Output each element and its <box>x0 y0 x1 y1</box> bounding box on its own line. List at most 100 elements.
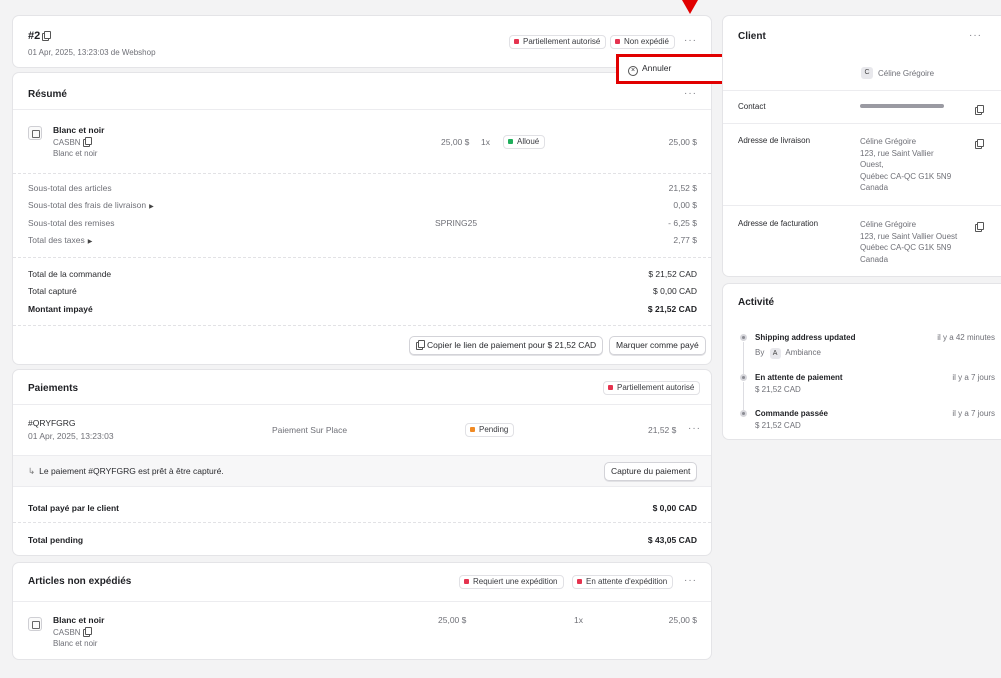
order-meta: 01 Apr, 2025, 13:23:03 de Webshop <box>28 48 156 57</box>
copy-icon[interactable] <box>42 31 52 41</box>
event-title: Shipping address updated <box>755 333 856 342</box>
timeline-dot-icon <box>740 374 747 381</box>
copy-icon <box>416 340 425 350</box>
total-value: $ 21,52 CAD <box>647 304 697 314</box>
capture-payment-button[interactable]: Capture du paiement <box>604 462 698 481</box>
unshipped-more-button[interactable]: ··· <box>684 575 697 586</box>
avatar: A <box>769 348 781 359</box>
billing-address-label: Adresse de facturation <box>738 219 819 228</box>
contact-label: Contact <box>738 102 766 111</box>
avatar: C <box>861 67 873 79</box>
product-thumbnail <box>28 126 42 140</box>
shipping-address: Céline Grégoire 123, rue Saint Vallier O… <box>860 137 952 192</box>
event-title: Commande passée <box>755 409 828 418</box>
order-more-menu-button[interactable]: ··· <box>684 35 697 46</box>
event-sub: $ 21,52 CAD <box>755 385 801 394</box>
total-label: Total capturé <box>28 286 77 296</box>
line-value: 2,77 $ <box>673 235 697 245</box>
pending-label: Total pending <box>28 535 84 545</box>
status-badge-authorized: Partiellement autorisé <box>509 35 607 49</box>
line-value: 0,00 $ <box>673 200 697 210</box>
item-qty: 1x <box>481 137 490 147</box>
event-sub: $ 21,52 CAD <box>755 421 801 430</box>
line-value: - 6,25 $ <box>668 218 697 228</box>
event-author: By A Ambiance <box>755 348 821 359</box>
summary-more-button[interactable]: ··· <box>684 88 697 99</box>
paid-label: Total payé par le client <box>28 503 120 513</box>
item-variant: Blanc et noir <box>53 639 98 648</box>
cancel-order-menu-item[interactable]: × Annuler <box>628 63 671 76</box>
total-label: Total de la commande <box>28 269 112 279</box>
requires-shipping-badge: Requiert une expédition <box>459 575 564 589</box>
timeline-dot-icon <box>740 410 747 417</box>
event-title: En attente de paiement <box>755 373 843 382</box>
payments-title: Paiements <box>28 383 79 394</box>
payment-more-button[interactable]: ··· <box>688 423 701 434</box>
payment-date: 01 Apr, 2025, 13:23:03 <box>28 431 114 441</box>
caret-right-icon: ▶ <box>87 239 93 245</box>
event-time: il y a 42 minutes <box>937 333 995 342</box>
copy-icon[interactable] <box>82 137 92 147</box>
item-qty: 1x <box>574 615 583 625</box>
item-name: Blanc et noir <box>53 125 105 135</box>
client-card: Client ··· C Céline Grégoire Contact Adr… <box>722 15 1001 277</box>
timeline-dot-icon <box>740 334 747 341</box>
payment-id: #QRYFGRG <box>28 418 76 428</box>
x-circle-icon: × <box>628 66 638 76</box>
copy-payment-link-button[interactable]: Copier le lien de paiement pour $ 21,52 … <box>409 336 604 355</box>
line-label: Sous-total des remises <box>28 218 115 228</box>
pending-badge: Pending <box>465 423 515 437</box>
copy-shipping-button[interactable] <box>973 134 984 152</box>
unshipped-title: Articles non expédiés <box>28 576 132 587</box>
timeline-line <box>743 342 744 376</box>
shipping-address-label: Adresse de livraison <box>738 136 811 145</box>
red-dot-icon <box>514 39 519 44</box>
copy-icon <box>975 139 984 149</box>
copy-icon <box>975 222 984 232</box>
awaiting-shipping-badge: En attente d'expédition <box>572 575 674 589</box>
billing-address: Céline Grégoire 123, rue Saint Vallier O… <box>860 220 958 264</box>
annotation-arrow-icon <box>682 0 698 14</box>
activity-title: Activité <box>738 297 775 308</box>
shipping-subtotal-toggle[interactable]: Sous-total des frais de livraison ▶ <box>28 200 154 210</box>
payment-amount: 21,52 $ <box>648 425 677 435</box>
payments-card: Paiements Partiellement autorisé #QRYFGR… <box>12 369 712 556</box>
contact-redacted <box>860 104 944 108</box>
product-thumbnail <box>28 617 42 631</box>
copy-contact-button[interactable] <box>973 100 984 118</box>
line-label: Sous-total des articles <box>28 183 112 193</box>
paid-value: $ 0,00 CAD <box>652 503 697 513</box>
total-value: $ 0,00 CAD <box>653 286 697 296</box>
return-arrow-icon: ↳ <box>28 466 36 476</box>
activity-card: Activité Shipping address updated il y a… <box>722 283 1001 440</box>
discount-code: SPRING25 <box>435 218 478 228</box>
red-dot-icon <box>464 579 469 584</box>
timeline-line <box>743 382 744 412</box>
summary-card: Résumé ··· Blanc et noir CASBN Blanc et … <box>12 72 712 365</box>
item-name: Blanc et noir <box>53 615 105 625</box>
client-more-button[interactable]: ··· <box>969 30 982 41</box>
status-badge-unshipped: Non expédié <box>610 35 675 49</box>
total-label: Montant impayé <box>28 304 93 314</box>
copy-icon[interactable] <box>82 627 92 637</box>
pending-value: $ 43,05 CAD <box>647 535 697 545</box>
capture-notice: ↳ Le paiement #QRYFGRG est prêt à être ca… <box>28 466 224 476</box>
taxes-toggle[interactable]: Total des taxes ▶ <box>28 235 92 245</box>
item-unit-price: 25,00 $ <box>438 615 467 625</box>
caret-right-icon: ▶ <box>149 204 154 210</box>
item-sku: CASBN <box>53 627 92 637</box>
mark-as-paid-button[interactable]: Marquer comme payé <box>609 336 706 355</box>
client-name[interactable]: Céline Grégoire <box>878 69 934 78</box>
total-value: $ 21,52 CAD <box>648 269 697 279</box>
event-time: il y a 7 jours <box>952 409 995 418</box>
order-number: #2 <box>28 30 52 42</box>
item-total: 25,00 $ <box>668 615 697 625</box>
red-dot-icon <box>615 39 620 44</box>
green-dot-icon <box>508 139 513 144</box>
item-unit-price: 25,00 $ <box>441 137 470 147</box>
summary-title: Résumé <box>28 89 67 100</box>
payment-status-badge: Partiellement autorisé <box>603 381 701 395</box>
unshipped-card: Articles non expédiés Requiert une expéd… <box>12 562 712 660</box>
copy-billing-button[interactable] <box>973 217 984 235</box>
order-header-card: #2 01 Apr, 2025, 13:23:03 de Webshop Par… <box>12 15 712 68</box>
